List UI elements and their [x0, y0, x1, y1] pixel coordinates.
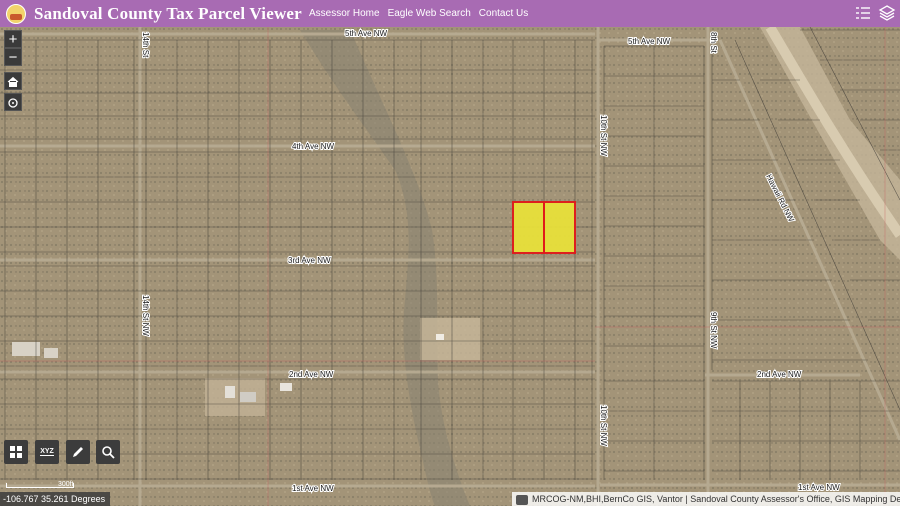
- search-icon: [102, 446, 115, 459]
- coordinate-readout: -106.767 35.261 Degrees: [0, 492, 111, 506]
- zoom-in-button[interactable]: +: [4, 30, 22, 48]
- street-label: 5th Ave NW: [345, 29, 388, 38]
- map-canvas[interactable]: 5th Ave NW 5th Ave NW 4th Ave NW 3rd Ave…: [0, 27, 900, 506]
- county-seal-logo: [6, 3, 26, 24]
- home-button[interactable]: [4, 72, 22, 90]
- street-label: 2nd Ave NW: [757, 370, 802, 379]
- attribution-bar: MRCOG-NM,BHI,BernCo GIS, Vantor | Sandov…: [512, 492, 900, 506]
- street-label: 9th St NW: [709, 312, 718, 349]
- nav-assessor-home[interactable]: Assessor Home: [309, 8, 380, 19]
- street-label: 10th St NW: [599, 115, 608, 156]
- street-label: 1st Ave NW: [292, 484, 334, 493]
- attribution-text: MRCOG-NM,BHI,BernCo GIS, Vantor | Sandov…: [532, 494, 900, 504]
- home-icon: [7, 76, 19, 87]
- measure-button[interactable]: [66, 440, 90, 464]
- header-nav: Assessor Home Eagle Web Search Contact U…: [309, 0, 528, 27]
- list-menu-icon[interactable]: [854, 4, 872, 22]
- street-label: 4th Ave NW: [292, 142, 335, 151]
- zoom-out-button[interactable]: −: [4, 48, 22, 66]
- street-label: 3rd Ave NW: [288, 256, 331, 265]
- parcel-map[interactable]: 5th Ave NW 5th Ave NW 4th Ave NW 3rd Ave…: [0, 27, 900, 506]
- street-label: 14th St: [141, 32, 150, 58]
- basemap-button[interactable]: [4, 440, 28, 464]
- coordinate-tool-button[interactable]: XYZ: [35, 440, 59, 464]
- locate-button[interactable]: [4, 93, 22, 111]
- nav-contact-us[interactable]: Contact Us: [479, 8, 528, 19]
- selected-parcels[interactable]: [512, 201, 576, 254]
- xyz-icon: XYZ: [40, 448, 54, 456]
- app-title: Sandoval County Tax Parcel Viewer: [34, 3, 302, 23]
- street-label: 2nd Ave NW: [289, 370, 334, 379]
- street-label: 8th St: [709, 32, 718, 54]
- nav-eagle-web-search[interactable]: Eagle Web Search: [388, 8, 471, 19]
- pencil-icon: [73, 447, 83, 457]
- search-button[interactable]: [96, 440, 120, 464]
- grid-icon: [10, 446, 22, 458]
- app-header: Sandoval County Tax Parcel Viewer Assess…: [0, 0, 900, 27]
- scale-label: 300ft: [58, 481, 74, 488]
- esri-icon: [516, 494, 528, 505]
- layers-icon[interactable]: [878, 4, 896, 22]
- locate-icon: [8, 98, 18, 108]
- street-label: 5th Ave NW: [628, 37, 671, 46]
- street-label: 10th St NW: [599, 405, 608, 446]
- street-label: 1st Ave NW: [798, 483, 840, 492]
- street-label: 14th St NW: [141, 295, 150, 336]
